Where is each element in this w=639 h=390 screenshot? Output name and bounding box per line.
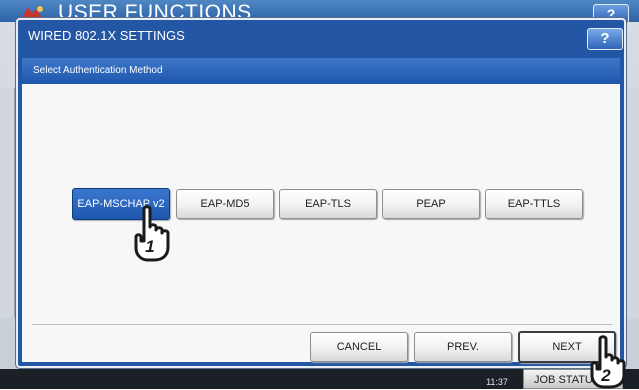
method-peap-button[interactable]: PEAP — [382, 189, 480, 219]
prev-button[interactable]: PREV. — [414, 332, 512, 362]
dialog-title: WIRED 802.1X SETTINGS — [28, 28, 185, 43]
help-button[interactable]: ? — [587, 28, 623, 50]
background-right-panel — [626, 88, 639, 318]
method-eap-tls-button[interactable]: EAP-TLS — [279, 189, 377, 219]
background-left-panel — [0, 88, 15, 318]
method-eap-md5-button[interactable]: EAP-MD5 — [176, 189, 274, 219]
instruction-text: Select Authentication Method — [22, 58, 620, 84]
step-1-label: 1 — [145, 237, 154, 256]
step-2-label: 2 — [600, 366, 611, 385]
wired-8021x-settings-dialog: WIRED 802.1X SETTINGS ? Select Authentic… — [16, 18, 626, 368]
dialog-body: EAP-MSCHAP v2 EAP-MD5 EAP-TLS PEAP EAP-T… — [22, 84, 620, 363]
clock-time: 11:37 — [486, 377, 508, 387]
pointing-hand-step-2-icon: 2 — [590, 335, 626, 389]
clock: 11:37 — [481, 372, 513, 387]
cancel-button[interactable]: CANCEL — [310, 332, 408, 362]
button-divider — [32, 324, 612, 325]
method-eap-ttls-button[interactable]: EAP-TTLS — [485, 189, 583, 219]
pointing-hand-step-1-icon: 1 — [134, 205, 170, 262]
